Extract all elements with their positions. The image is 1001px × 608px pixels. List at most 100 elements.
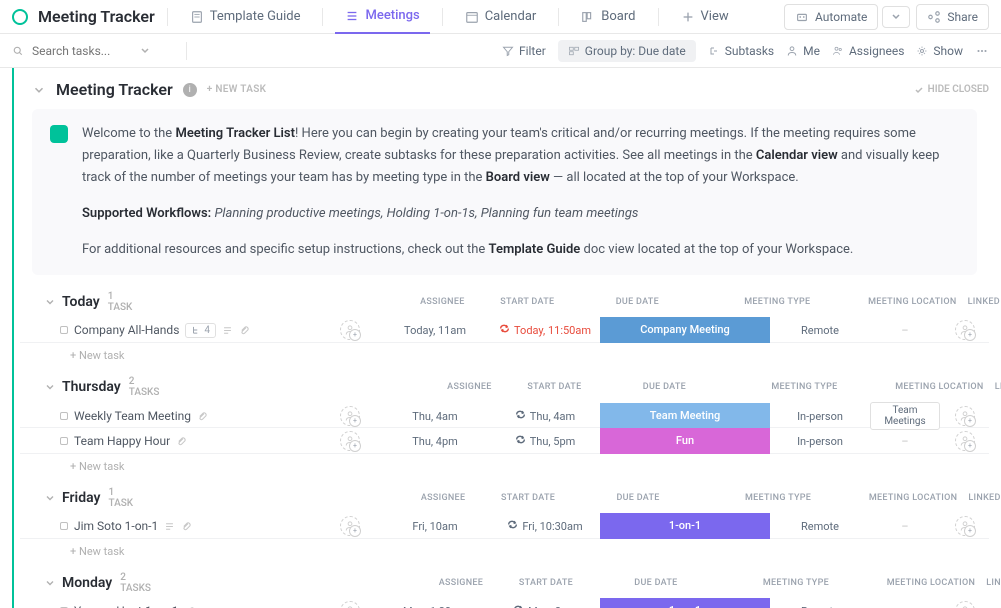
task-row[interactable]: Team Happy HourThu, 4pmThu, 5pmFunIn-per… [20,428,989,454]
due-date[interactable]: Today, 11:50am [490,323,600,337]
attachment-icon[interactable] [239,325,250,336]
nav-board[interactable]: Board [571,0,645,34]
description-banner: Welcome to the Meeting Tracker List! Her… [32,109,977,275]
new-task-button[interactable]: + New task [20,454,989,479]
button-label: Automate [815,10,867,24]
meeting-type-tag[interactable]: Team Meeting [600,403,770,429]
doc-icon [190,10,204,24]
task-row[interactable]: Yvonne Hunt 1-on-1Mon, 1:30pmMon, 2pm1-o… [20,598,989,608]
divider [186,42,187,60]
nav-meetings[interactable]: Meetings [335,0,429,34]
info-icon[interactable]: i [183,83,197,97]
nav-calendar[interactable]: Calendar [455,0,547,34]
collapse-icon[interactable] [44,296,56,308]
linked-doc[interactable]: – [870,520,940,533]
automate-dropdown[interactable] [882,6,910,28]
due-date[interactable]: Thu, 4am [490,409,600,423]
leader-placeholder[interactable] [955,406,975,426]
status-indicator[interactable] [60,326,68,334]
nav-add-view[interactable]: View [671,0,739,34]
group-day: Today [62,294,100,310]
show-button[interactable]: Show [916,44,963,58]
linked-doc[interactable]: – [870,435,940,448]
due-date[interactable]: Fri, 10:30am [490,519,600,533]
new-task-button[interactable]: + NEW TASK [207,84,267,95]
recurring-icon [499,323,510,337]
start-date[interactable]: Thu, 4pm [380,435,490,448]
collapse-icon[interactable] [44,577,56,589]
recurring-icon [513,604,524,608]
description-icon[interactable] [164,521,175,532]
attachment-icon[interactable] [197,411,208,422]
nav-template-guide[interactable]: Template Guide [180,0,311,34]
task-row[interactable]: Company All-Hands 4Today, 11amToday, 11:… [20,317,989,343]
nav-label: Calendar [485,9,537,24]
attachment-icon[interactable] [176,436,187,447]
collapse-icon[interactable] [44,381,56,393]
task-row[interactable]: Weekly Team MeetingThu, 4amThu, 4amTeam … [20,402,989,428]
share-button[interactable]: Share [916,4,989,30]
assignee-placeholder[interactable] [340,406,360,426]
start-date[interactable]: Thu, 4am [380,410,490,423]
chevron-down-icon[interactable] [140,46,150,56]
linked-doc[interactable]: Team Meetings [870,402,940,430]
description-icon[interactable] [222,325,233,336]
person-icon [786,45,798,57]
leader-placeholder[interactable] [955,601,975,608]
meeting-location[interactable]: In-person [770,410,870,423]
task-title: Jim Soto 1-on-1 [74,519,158,533]
new-task-button[interactable]: + New task [20,343,989,368]
subtasks-button[interactable]: Subtasks [708,44,774,58]
task-count: 2 TASKS [120,572,151,594]
start-date[interactable]: Fri, 10am [380,520,490,533]
meeting-type-tag[interactable]: Company Meeting [600,317,770,343]
collapse-icon[interactable] [32,83,46,97]
status-indicator[interactable] [60,522,68,530]
leader-placeholder[interactable] [955,516,975,536]
group-by-button[interactable]: Group by: Due date [558,40,696,62]
subtask-count[interactable]: 4 [185,323,216,338]
due-date[interactable]: Thu, 5pm [490,434,600,448]
start-date[interactable]: Today, 11am [380,324,490,337]
task-title: Yvonne Hunt 1-on-1 [74,604,179,608]
meeting-location[interactable]: In-person [770,435,870,448]
hide-closed-button[interactable]: HIDE CLOSED [914,84,989,95]
due-date[interactable]: Mon, 2pm [490,604,600,608]
divider [442,8,443,26]
me-button[interactable]: Me [786,44,820,58]
task-count: 1 TASK [108,487,133,509]
meeting-type-tag[interactable]: 1-on-1 [600,513,770,539]
more-button[interactable] [975,44,989,58]
assignee-placeholder[interactable] [340,516,360,536]
assignee-placeholder[interactable] [340,601,360,608]
leader-placeholder[interactable] [955,431,975,451]
collapse-icon[interactable] [44,492,56,504]
meeting-location[interactable]: Remote [770,520,870,533]
new-task-button[interactable]: + New task [20,539,989,564]
column-headers: ASSIGNEESTART DATEDUE DATEMEETING TYPEME… [151,578,1001,588]
label: Subtasks [725,44,774,58]
recurring-icon [515,434,526,448]
linked-doc[interactable]: – [870,324,940,337]
assignees-button[interactable]: Assignees [832,44,904,58]
group-icon [568,45,580,57]
assignee-placeholder[interactable] [340,431,360,451]
filter-button[interactable]: Filter [502,44,546,58]
leader-placeholder[interactable] [955,320,975,340]
automate-button[interactable]: Automate [784,4,878,30]
app-logo [12,9,28,25]
nav-label: Template Guide [210,9,301,24]
people-icon [832,45,844,57]
search-input[interactable] [32,44,132,58]
meeting-type-tag[interactable]: Fun [600,428,770,454]
nav-label: View [701,9,729,24]
banner-icon [50,125,68,143]
assignee-placeholder[interactable] [340,320,360,340]
group-day: Thursday [62,379,121,395]
task-row[interactable]: Jim Soto 1-on-1 Fri, 10amFri, 10:30am1-on… [20,513,989,539]
status-indicator[interactable] [60,412,68,420]
meeting-location[interactable]: Remote [770,324,870,337]
attachment-icon[interactable] [181,521,192,532]
meeting-type-tag[interactable]: 1-on-1 [600,598,770,608]
status-indicator[interactable] [60,437,68,445]
